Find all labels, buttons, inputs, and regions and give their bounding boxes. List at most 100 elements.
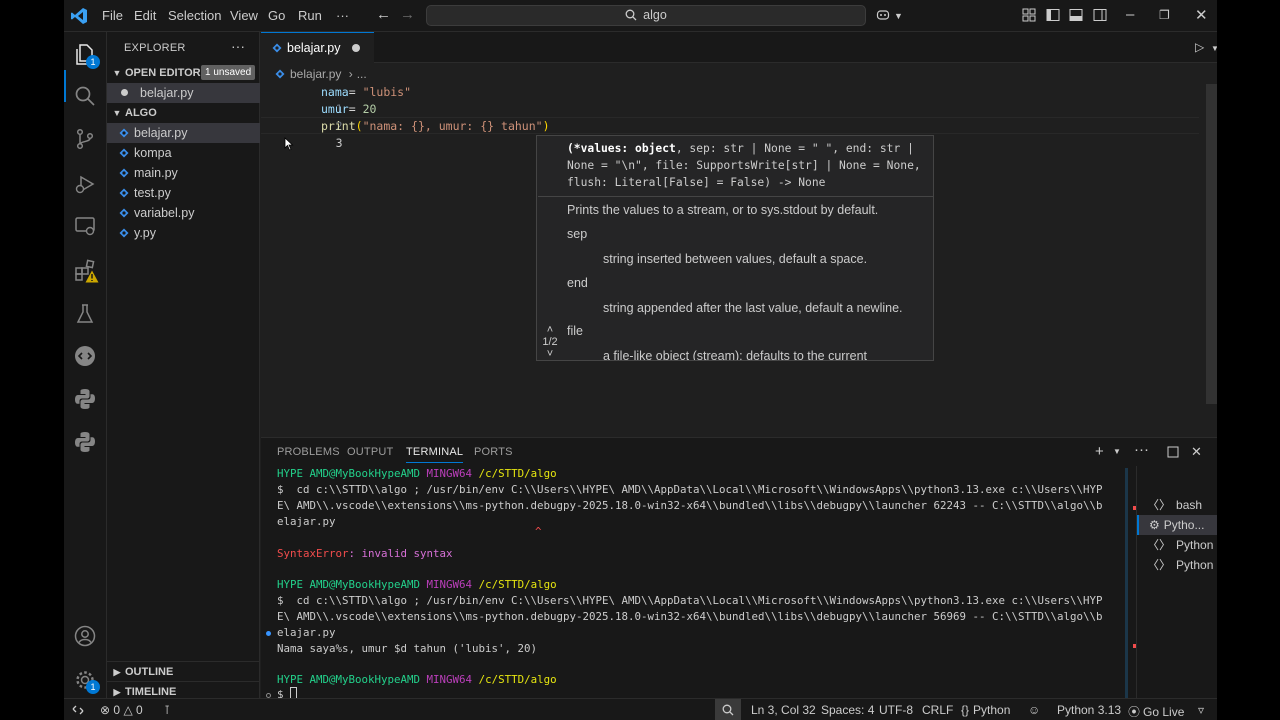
minimize-button[interactable]: – xyxy=(1126,6,1134,23)
terminal-item[interactable]: 〈〉 bash xyxy=(1137,495,1217,515)
code-token: 20 xyxy=(362,102,377,116)
testing-icon[interactable] xyxy=(73,302,97,326)
unsaved-dot-icon xyxy=(121,89,128,96)
terminal-scrollbar[interactable] xyxy=(1125,468,1128,708)
terminal-list: 〈〉 bash ⚙ Pytho... 〈〉 Python 〈〉 Python xyxy=(1136,466,1217,699)
live-preview-icon[interactable] xyxy=(73,344,97,368)
breadcrumb-more[interactable]: ... xyxy=(357,67,367,81)
file-item[interactable]: main.py xyxy=(107,163,260,183)
language-mode[interactable]: {} Python xyxy=(961,703,1010,717)
search-view-icon[interactable] xyxy=(73,84,97,108)
more-actions-icon[interactable]: ··· xyxy=(231,38,245,54)
code-line[interactable]: 1 nama= "lubis" xyxy=(261,84,1199,116)
cursor-position[interactable]: Ln 3, Col 32 xyxy=(751,703,816,717)
encoding[interactable]: UTF-8 xyxy=(879,703,913,717)
copilot-icon[interactable] xyxy=(876,8,890,22)
open-editors-label: OPEN EDITORS xyxy=(125,67,208,79)
run-chevron-icon[interactable]: ▼ xyxy=(1211,44,1217,53)
indentation[interactable]: Spaces: 4 xyxy=(821,703,874,717)
open-editor-item[interactable]: belajar.py xyxy=(107,83,260,103)
tab-output[interactable]: OUTPUT xyxy=(347,446,393,458)
panel-more-icon[interactable]: ··· xyxy=(1134,441,1149,458)
close-window-button[interactable]: ✕ xyxy=(1195,6,1208,24)
tab-problems[interactable]: PROBLEMS xyxy=(277,446,340,458)
file-item[interactable]: y.py xyxy=(107,223,260,243)
toggle-sidebar-icon[interactable] xyxy=(1046,8,1060,22)
python-file-icon xyxy=(119,168,129,178)
accounts-icon[interactable] xyxy=(73,624,97,648)
file-item[interactable]: test.py xyxy=(107,183,260,203)
back-arrow-icon[interactable]: ← xyxy=(376,6,391,23)
remote-indicator[interactable] xyxy=(64,699,92,720)
python-file-icon xyxy=(119,228,129,238)
copilot-chevron-icon[interactable]: ▼ xyxy=(894,11,903,21)
file-label: y.py xyxy=(134,226,156,240)
terminal-item[interactable]: ⚙ Pytho... xyxy=(1137,515,1217,535)
folder-header-algo[interactable]: ▼ ALGO xyxy=(107,103,260,123)
line-number: 3 xyxy=(335,136,343,150)
menu-selection[interactable]: Selection xyxy=(168,8,221,23)
python-icon[interactable] xyxy=(73,387,97,411)
notifications-bell-icon[interactable]: ▿ xyxy=(1198,703,1204,717)
menu-go[interactable]: Go xyxy=(268,8,285,23)
problems-status[interactable]: ⊗ 0 △ 0 xyxy=(100,703,143,717)
tab-belajar-py[interactable]: belajar.py xyxy=(261,32,374,63)
restore-button[interactable]: ❐ xyxy=(1159,8,1170,22)
search-icon xyxy=(625,9,637,21)
terminal-item[interactable]: 〈〉 Python xyxy=(1137,555,1217,575)
new-terminal-icon[interactable]: + xyxy=(1095,443,1104,460)
menu-run[interactable]: Run xyxy=(298,8,322,23)
active-indicator xyxy=(64,70,66,102)
file-item[interactable]: kompa xyxy=(107,143,260,163)
customize-layout-icon[interactable] xyxy=(1022,8,1036,22)
source-control-icon[interactable] xyxy=(73,127,97,151)
toggle-panel-icon[interactable] xyxy=(1069,8,1083,22)
run-debug-icon[interactable] xyxy=(73,172,97,196)
terminal-line: elajar.py xyxy=(277,515,336,528)
terminal-output[interactable]: HYPE AMD@MyBookHypeAMD MINGW64 /c/STTD/a… xyxy=(266,466,1122,701)
ports-icon[interactable]: ⊺ xyxy=(164,703,170,717)
title-bar: File Edit Selection View Go Run ··· ← → … xyxy=(64,0,1217,32)
terminal-chevron-icon[interactable]: ▼ xyxy=(1113,447,1121,456)
run-python-icon[interactable]: ▷ xyxy=(1195,40,1204,54)
tab-terminal[interactable]: TERMINAL xyxy=(406,446,464,463)
file-item[interactable]: variabel.py xyxy=(107,203,260,223)
zoom-highlight[interactable] xyxy=(715,699,741,720)
open-editor-label: belajar.py xyxy=(140,86,194,100)
menu-more[interactable]: ··· xyxy=(336,8,349,23)
overload-up-icon[interactable]: ˄ xyxy=(537,324,563,336)
command-decoration-icon[interactable] xyxy=(266,631,271,636)
menu-view[interactable]: View xyxy=(230,8,258,23)
python-env-icon[interactable] xyxy=(73,430,97,454)
terminal-icon: 〈〉 xyxy=(1147,498,1172,512)
file-item[interactable]: belajar.py xyxy=(107,123,260,143)
error-caret: ^ xyxy=(535,525,542,538)
broadcast-icon: ⦿ xyxy=(1128,705,1141,719)
breadcrumb-file[interactable]: belajar.py xyxy=(290,67,341,81)
menu-file[interactable]: File xyxy=(102,8,123,23)
toggle-secondary-sidebar-icon[interactable] xyxy=(1093,8,1107,22)
close-panel-icon[interactable]: ✕ xyxy=(1191,444,1202,460)
param-name: file xyxy=(567,324,583,338)
unsaved-dot-icon[interactable] xyxy=(352,44,360,52)
code-line-current[interactable]: 3 print("nama: {}, umur: {} tahun") xyxy=(261,117,1199,150)
tab-ports[interactable]: PORTS xyxy=(474,446,513,458)
open-editors-header[interactable]: ▼ OPEN EDITORS 1 unsaved xyxy=(107,63,260,83)
maximize-panel-icon[interactable] xyxy=(1167,446,1179,458)
python-interpreter[interactable]: Python 3.13 xyxy=(1057,703,1121,717)
forward-arrow-icon[interactable]: → xyxy=(400,6,415,23)
remote-explorer-icon[interactable] xyxy=(73,214,97,238)
go-live-button[interactable]: ⦿ Go Live xyxy=(1128,703,1184,720)
line-ending[interactable]: CRLF xyxy=(922,703,953,717)
editor-scrollbar[interactable] xyxy=(1206,84,1217,404)
outline-header[interactable]: ▶ OUTLINE xyxy=(107,661,260,681)
terminal-item[interactable]: 〈〉 Python xyxy=(1137,535,1217,555)
menu-edit[interactable]: Edit xyxy=(134,8,156,23)
overload-down-icon[interactable]: ˅ xyxy=(537,348,563,360)
copilot-status-icon[interactable]: ☺ xyxy=(1028,703,1040,717)
code-line[interactable]: 2 umur= 20 xyxy=(261,101,1199,133)
activity-bar: 1 1 xyxy=(64,32,107,698)
command-center-search[interactable]: algo xyxy=(426,5,866,26)
editor-tabs: belajar.py ▷ ▼ ··· xyxy=(261,32,1217,63)
status-bar: ⊗ 0 △ 0 ⊺ Ln 3, Col 32 Spaces: 4 UTF-8 C… xyxy=(64,698,1217,720)
